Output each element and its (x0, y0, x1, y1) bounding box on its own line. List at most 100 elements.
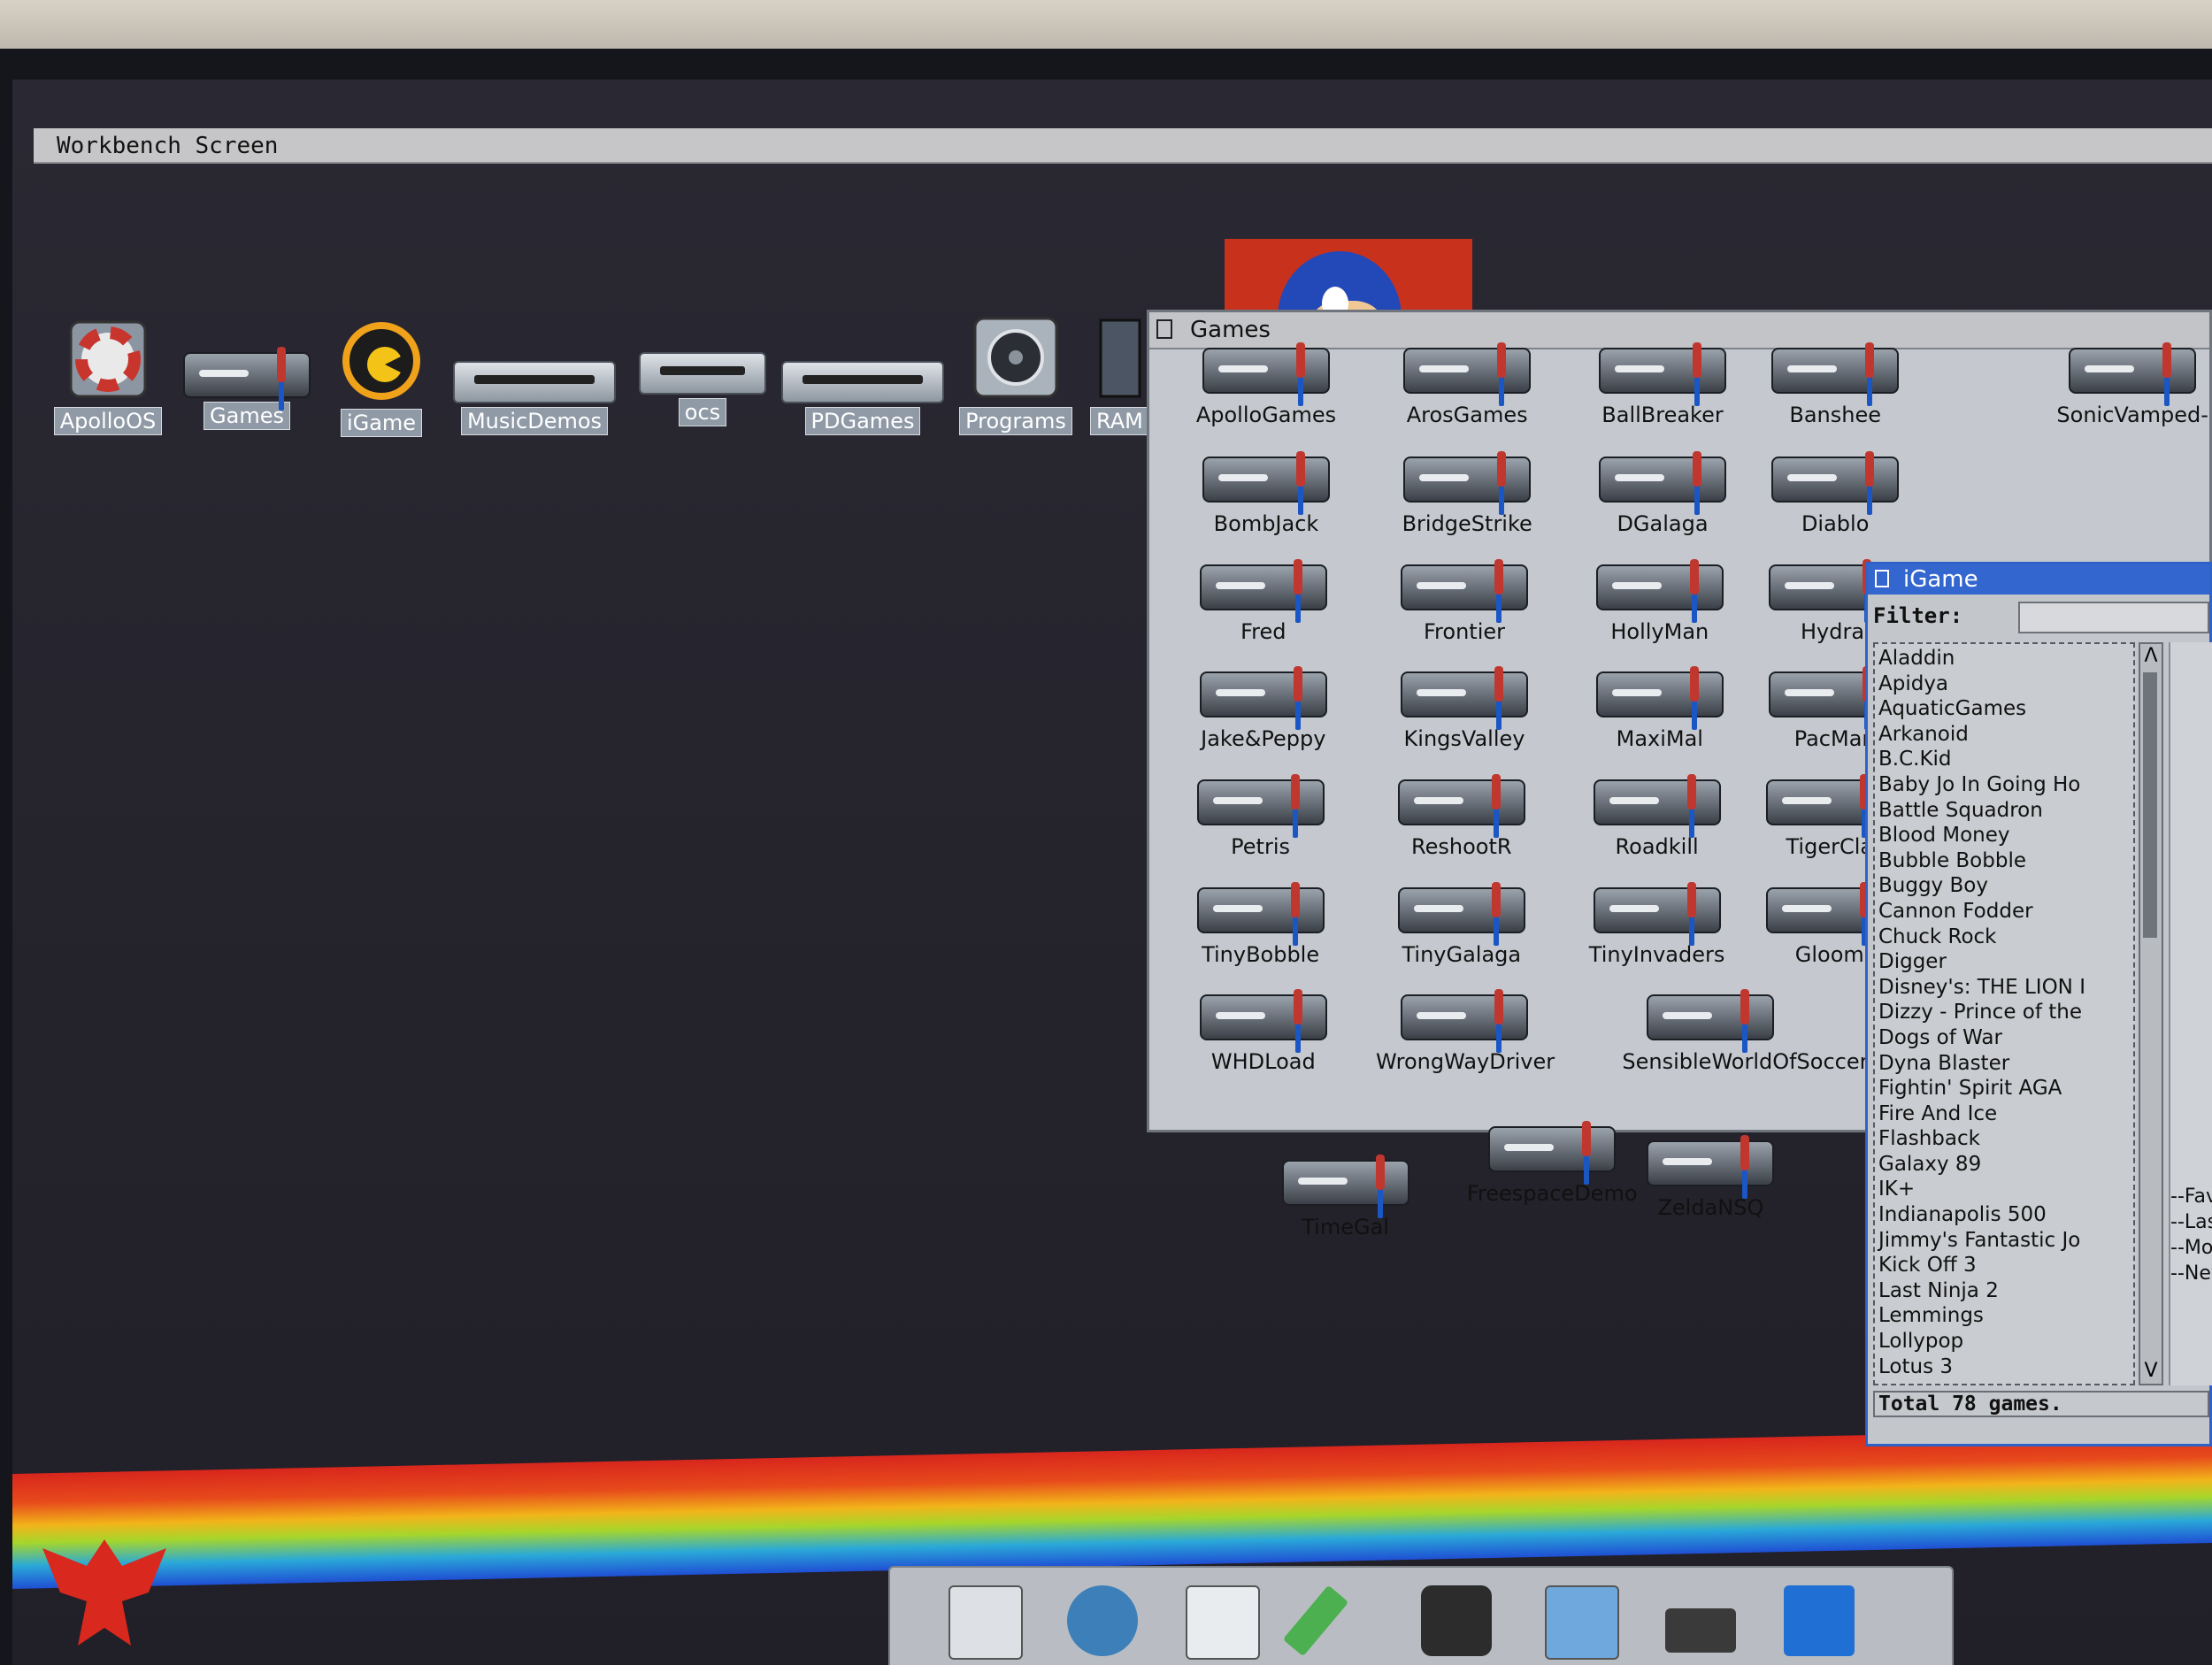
list-item[interactable]: Disney's: THE LION I (1878, 975, 2130, 1001)
desktop-icon-pdgames[interactable]: PDGames (779, 361, 947, 435)
list-item[interactable]: Battle Squadron (1878, 798, 2130, 824)
list-item[interactable]: Baby Jo In Going Ho (1878, 772, 2130, 798)
list-item[interactable]: Dyna Blaster (1878, 1051, 2130, 1077)
drawer-icon (781, 361, 944, 403)
close-icon[interactable] (1875, 570, 1889, 587)
side-link[interactable]: --Las (2170, 1209, 2212, 1235)
game-icon[interactable]: TinyInvaders (1569, 881, 1746, 967)
game-icon[interactable]: TinyGalaga (1373, 881, 1550, 967)
window-icon[interactable] (1545, 1585, 1619, 1660)
globe-browser-icon[interactable] (1067, 1585, 1138, 1656)
game-list[interactable]: Aladdin Apidya AquaticGames Arkanoid B.C.Kid… (1873, 642, 2135, 1385)
game-icon[interactable]: Roadkill (1569, 774, 1746, 859)
list-item[interactable]: Blood Money (1878, 823, 2130, 848)
game-icon[interactable]: Petris (1172, 774, 1349, 859)
list-item[interactable]: Fightin' Spirit AGA (1878, 1076, 2130, 1101)
screen-title: Workbench Screen (57, 133, 279, 159)
scroll-up-icon[interactable]: Λ (2140, 644, 2162, 669)
list-item[interactable]: Lotus 3 (1878, 1354, 2130, 1380)
list-item[interactable]: IK+ (1878, 1177, 2130, 1202)
list-item[interactable]: Digger (1878, 949, 2130, 975)
desktop-icon-apolloos[interactable]: ApolloOS (46, 318, 170, 435)
desktop-icon-ram[interactable]: RAM (1090, 315, 1147, 435)
side-link[interactable]: --Fav (2170, 1184, 2212, 1209)
joystick-icon (1397, 881, 1525, 933)
scroll-down-icon[interactable]: V (2140, 1359, 2162, 1384)
list-item[interactable]: Flashback (1878, 1126, 2130, 1152)
desktop-icon-programs[interactable]: Programs (954, 315, 1078, 435)
game-icon[interactable]: Fred (1175, 558, 1352, 644)
list-item[interactable]: Cannon Fodder (1878, 899, 2130, 925)
game-icon[interactable]: TimeGal (1257, 1155, 1434, 1239)
list-item[interactable]: B.C.Kid (1878, 747, 2130, 772)
joystick-drawer-icon (183, 347, 311, 398)
game-icon[interactable]: Jake&Peppy (1175, 666, 1352, 751)
workbench-screen: Workbench Screen ApolloOS Games iGame Mu… (12, 80, 2212, 1665)
game-list-scrollbar[interactable]: Λ V (2139, 642, 2163, 1385)
shell-icon[interactable] (949, 1585, 1023, 1660)
game-icon[interactable]: ApolloGames (1178, 342, 1355, 427)
game-icon[interactable]: Diablo (1747, 451, 1924, 536)
list-item[interactable]: Buggy Boy (1878, 873, 2130, 899)
floppy-disk-icon[interactable] (1784, 1585, 1855, 1656)
game-icon[interactable]: BallBreaker (1574, 342, 1751, 427)
game-icon[interactable]: BridgeStrike (1379, 451, 1555, 536)
desktop-icon-games[interactable]: Games (172, 347, 322, 430)
game-icon[interactable]: KingsValley (1376, 666, 1553, 751)
clapper-icon[interactable] (1665, 1608, 1736, 1653)
list-item[interactable]: Aladdin (1878, 646, 2130, 671)
desktop-icon-label: RAM (1090, 407, 1147, 435)
desktop-icon-musicdemos[interactable]: MusicDemos (446, 361, 623, 435)
igame-window-title-bar[interactable]: iGame (1868, 564, 2209, 595)
desktop-icon-label: ocs (678, 398, 727, 426)
list-item[interactable]: AquaticGames (1878, 696, 2130, 722)
list-item[interactable]: Dogs of War (1878, 1025, 2130, 1051)
game-icon[interactable]: FreespaceDemo (1463, 1121, 1640, 1206)
game-icon[interactable]: DGalaga (1574, 451, 1751, 536)
game-icon[interactable]: SonicVamped- (2044, 342, 2212, 427)
list-item[interactable]: Last Ninja 2 (1878, 1278, 2130, 1304)
game-icon[interactable]: ReshootR (1373, 774, 1550, 859)
amp-player-icon[interactable] (1421, 1585, 1492, 1656)
list-item[interactable]: Indianapolis 500 (1878, 1202, 2130, 1228)
game-icon[interactable]: ArosGames (1379, 342, 1555, 427)
lifebuoy-disk-icon (69, 320, 147, 398)
game-icon[interactable]: HollyMan (1571, 558, 1748, 644)
game-icon[interactable]: WHDLoad (1175, 989, 1352, 1074)
game-icon[interactable]: WrongWayDriver (1376, 989, 1555, 1075)
list-item[interactable]: Fire And Ice (1878, 1101, 2130, 1127)
joystick-icon (2069, 342, 2197, 394)
screen-title-bar[interactable]: Workbench Screen (34, 128, 2212, 164)
game-icon[interactable]: TinyBobble (1172, 881, 1349, 967)
list-item[interactable]: Lemmings (1878, 1303, 2130, 1329)
igame-logo-icon (342, 322, 420, 400)
games-window-title-bar[interactable]: Games (1149, 312, 2209, 349)
list-item[interactable]: Kick Off 3 (1878, 1253, 2130, 1278)
game-icon-label: BallBreaker (1601, 403, 1724, 427)
game-icon[interactable]: Frontier (1376, 558, 1553, 644)
pencil-icon[interactable] (1282, 1584, 1349, 1657)
close-icon[interactable] (1156, 319, 1172, 339)
side-link[interactable]: --Mos (2170, 1235, 2212, 1261)
game-icon[interactable]: BombJack (1178, 451, 1355, 536)
calculator-icon[interactable] (1186, 1585, 1260, 1660)
game-icon[interactable]: MaxiMal (1571, 666, 1748, 751)
game-icon[interactable]: SensibleWorldOfSoccer2020 (1622, 989, 1923, 1074)
list-item[interactable]: Lollypop (1878, 1329, 2130, 1354)
list-item[interactable]: Jimmy's Fantastic Jo (1878, 1228, 2130, 1254)
list-item[interactable]: Galaxy 89 (1878, 1152, 2130, 1178)
side-link[interactable]: --Nev (2170, 1261, 2212, 1286)
list-item[interactable]: Dizzy - Prince of the (1878, 1000, 2130, 1025)
list-item[interactable]: Arkanoid (1878, 722, 2130, 748)
list-item[interactable]: Bubble Bobble (1878, 848, 2130, 874)
game-icon[interactable]: Banshee (1747, 342, 1924, 427)
list-item[interactable]: Chuck Rock (1878, 925, 2130, 950)
game-icon-label: WrongWayDriver (1376, 1049, 1555, 1075)
scroll-thumb[interactable] (2143, 672, 2157, 938)
filter-input[interactable] (2018, 602, 2209, 633)
game-icon[interactable]: ZeldaNSQ (1622, 1135, 1799, 1220)
list-item[interactable]: Apidya (1878, 671, 2130, 697)
desktop-icon-ocs[interactable]: ocs (632, 352, 773, 426)
rainbow-stripe-decoration (12, 1427, 2212, 1590)
desktop-icon-igame[interactable]: iGame (324, 320, 439, 437)
